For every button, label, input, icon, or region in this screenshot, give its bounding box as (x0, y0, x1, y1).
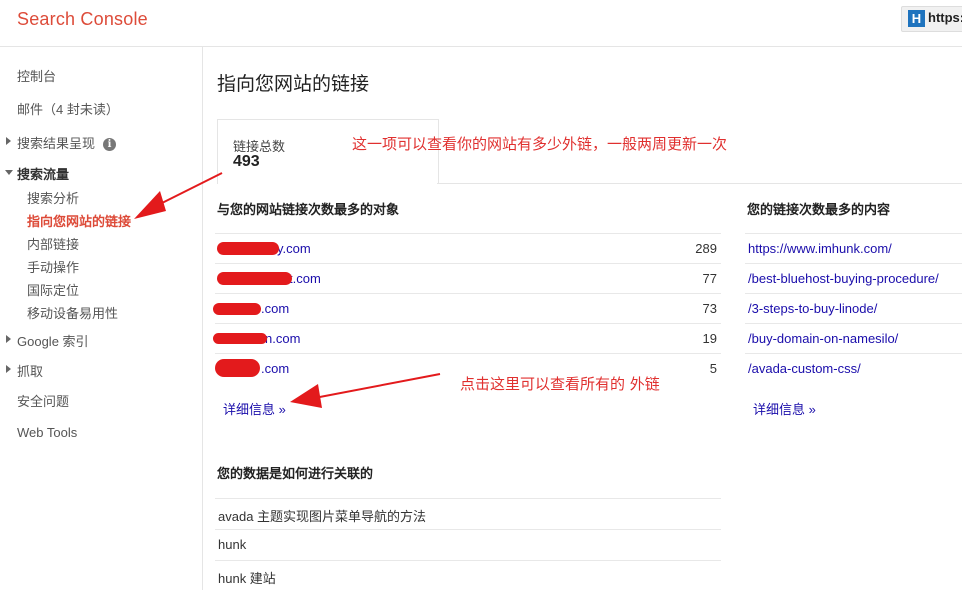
top-linking-sites-title: 与您的网站链接次数最多的对象 (217, 202, 400, 217)
url-chip-text: https: (928, 10, 962, 25)
table-row[interactable]: /buy-domain-on-namesilo/ (745, 323, 962, 354)
table-row[interactable]: y.com 289 (215, 233, 721, 264)
annotation-total-links: 这一项可以查看你的网站有多少外链，一般两周更新一次 (352, 135, 728, 153)
site-domain-link[interactable]: y.com (277, 241, 311, 256)
sidebar-item-mobile-usability[interactable]: 移动设备易用性 (27, 303, 118, 322)
link-count: 289 (695, 241, 717, 256)
site-domain-link[interactable]: n.com (265, 331, 300, 346)
sidebar-item-international-targeting[interactable]: 国际定位 (27, 280, 79, 299)
redaction-mark (213, 303, 261, 315)
sidebar-item-google-index[interactable]: Google 索引 (17, 331, 89, 350)
sidebar: 控制台 邮件（4 封未读） 搜索结果呈现 i 搜索流量 搜索分析 指向您网站的链接… (0, 47, 203, 590)
top-linked-content-table: https://www.imhunk.com/ /best-bluehost-b… (745, 233, 962, 383)
sidebar-item-messages[interactable]: 邮件（4 封未读） (17, 99, 119, 118)
expand-arrow-icon[interactable] (6, 137, 11, 145)
sidebar-item-search-traffic[interactable]: 搜索流量 (17, 164, 69, 183)
top-linked-content-more-link[interactable]: 详细信息 » (753, 399, 816, 418)
anchor-text: hunk (218, 537, 247, 552)
sidebar-item-manual-actions[interactable]: 手动操作 (27, 257, 79, 276)
table-row[interactable]: /best-bluehost-buying-procedure/ (745, 263, 962, 294)
table-row[interactable]: /3-steps-to-buy-linode/ (745, 293, 962, 324)
link-count: 19 (702, 331, 717, 346)
sidebar-item-search-analytics[interactable]: 搜索分析 (27, 188, 79, 207)
url-chip[interactable]: H https: (901, 6, 962, 32)
sidebar-item-crawl[interactable]: 抓取 (17, 361, 43, 380)
table-row[interactable]: https://www.imhunk.com/ (745, 233, 962, 264)
content-url-link[interactable]: /buy-domain-on-namesilo/ (748, 331, 898, 346)
table-row[interactable]: .com 73 (213, 293, 721, 324)
sidebar-item-search-appearance[interactable]: 搜索结果呈现 i (17, 133, 117, 152)
table-row: hunk (215, 529, 721, 560)
table-row: avada 主题实现图片菜单导航的方法 (215, 498, 721, 529)
anchor-text: hunk 建站 (218, 571, 276, 586)
top-linking-sites-more-link[interactable]: 详细信息 » (223, 399, 286, 418)
expand-arrow-icon[interactable] (6, 365, 11, 373)
sidebar-item-dashboard[interactable]: 控制台 (17, 66, 56, 85)
expand-arrow-icon[interactable] (6, 335, 11, 343)
redaction-mark (217, 272, 292, 285)
content-url-link[interactable]: /avada-custom-css/ (748, 361, 861, 376)
redaction-mark (215, 359, 260, 377)
divider (437, 183, 962, 184)
annotation-more-details: 点击这里可以查看所有的 外链 (460, 375, 660, 393)
anchor-text-table: avada 主题实现图片菜单导航的方法 hunk hunk 建站 (215, 498, 721, 590)
main-content: 指向您网站的链接 链接总数 493 这一项可以查看你的网站有多少外链，一般两周更… (203, 47, 962, 590)
redaction-mark (213, 333, 267, 344)
anchor-text: avada 主题实现图片菜单导航的方法 (218, 509, 427, 524)
site-favicon-icon: H (908, 10, 925, 27)
sidebar-item-label: 搜索结果呈现 (17, 136, 96, 151)
table-row[interactable]: n.com 19 (213, 323, 721, 354)
table-row: hunk 建站 (215, 560, 721, 591)
collapse-arrow-icon[interactable] (5, 170, 13, 175)
info-icon[interactable]: i (103, 138, 117, 151)
top-bar: Search Console H https: (0, 0, 962, 47)
content-url-link[interactable]: /3-steps-to-buy-linode/ (748, 301, 877, 316)
sidebar-item-links-to-site[interactable]: 指向您网站的链接 (27, 211, 131, 230)
site-domain-link[interactable]: t.com (289, 271, 321, 286)
link-count: 77 (702, 271, 717, 286)
redaction-mark (217, 242, 279, 255)
link-count: 5 (709, 361, 717, 376)
anchor-text-title: 您的数据是如何进行关联的 (217, 466, 374, 481)
site-domain-link[interactable]: .com (261, 301, 289, 316)
table-row[interactable]: t.com 77 (215, 263, 721, 294)
app-brand[interactable]: Search Console (17, 9, 148, 30)
table-row[interactable]: /avada-custom-css/ (745, 353, 962, 384)
content-url-link[interactable]: /best-bluehost-buying-procedure/ (748, 271, 939, 286)
site-domain-link[interactable]: .com (261, 361, 289, 376)
sidebar-item-security-issues[interactable]: 安全问题 (17, 391, 69, 410)
sidebar-item-web-tools[interactable]: Web Tools (17, 425, 77, 440)
content-url-link[interactable]: https://www.imhunk.com/ (748, 241, 892, 256)
sidebar-item-internal-links[interactable]: 内部链接 (27, 234, 79, 253)
top-linking-sites-table: y.com 289 t.com 77 .com 73 n.com 19 .com… (213, 233, 721, 383)
top-linked-content-title: 您的链接次数最多的内容 (747, 202, 891, 217)
total-links-value: 493 (233, 153, 260, 170)
link-count: 73 (702, 301, 717, 316)
page-title: 指向您网站的链接 (217, 74, 370, 95)
